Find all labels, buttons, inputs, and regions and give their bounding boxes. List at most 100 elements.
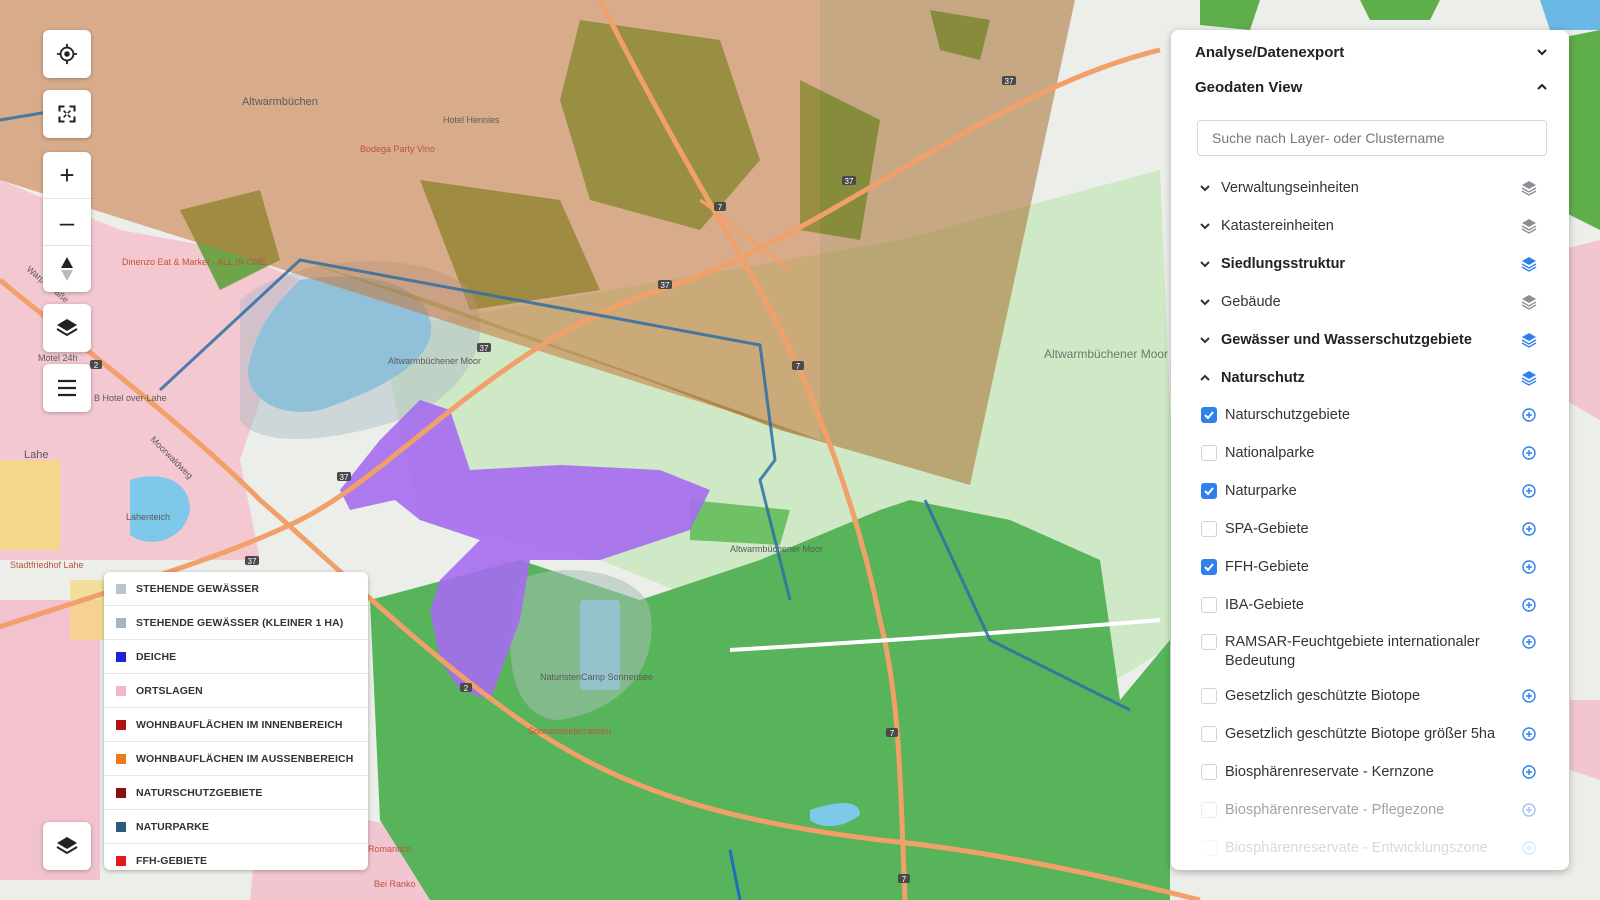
zoom-out-button[interactable]: – (43, 199, 91, 246)
layer-checkbox[interactable] (1201, 840, 1217, 856)
layer-stack-icon (1521, 219, 1537, 234)
fullscreen-icon (58, 105, 76, 123)
add-layer-button[interactable] (1521, 840, 1537, 856)
add-layer-button[interactable] (1521, 559, 1537, 575)
layer-checkbox[interactable] (1201, 559, 1217, 575)
add-layer-icon (1522, 635, 1536, 649)
layer-label: SPA-Gebiete (1225, 521, 1309, 537)
compass-button[interactable] (43, 246, 91, 292)
add-layer-button[interactable] (1521, 802, 1537, 818)
add-layer-icon (1522, 727, 1536, 741)
place-label: Altwarmbüchener Moor (388, 356, 481, 366)
zoom-controls: + – (43, 152, 91, 292)
category-row[interactable]: Naturschutz (1197, 366, 1537, 390)
layer-toggle[interactable] (1521, 294, 1537, 310)
section-geodaten-header[interactable]: Geodaten View (1195, 75, 1549, 99)
layer-label: IBA-Gebiete (1225, 597, 1304, 613)
road-shield: 7 (890, 729, 895, 738)
menu-button[interactable] (43, 364, 91, 412)
layer-checkbox[interactable] (1201, 597, 1217, 613)
legend-label: ORTSLAGEN (136, 684, 203, 697)
road-shield: 2 (94, 361, 99, 370)
legend-label: STEHENDE GEWÄSSER (KLEINER 1 HA) (136, 616, 344, 629)
layer-toggle[interactable] (1521, 370, 1537, 386)
layer-stack-icon (1521, 371, 1537, 386)
layer-item-row[interactable]: Biosphärenreservate - Entwicklungszone (1201, 839, 1537, 858)
layer-toggle[interactable] (1521, 218, 1537, 234)
category-label: Gewässer und Wasserschutzgebiete (1221, 332, 1472, 348)
fullscreen-button[interactable] (43, 90, 91, 138)
layer-item-row[interactable]: RAMSAR-Feuchtgebiete internationaler Bed… (1201, 633, 1537, 671)
layer-checkbox[interactable] (1201, 521, 1217, 537)
category-row[interactable]: Katastereinheiten (1197, 214, 1537, 238)
legend-toggle-button[interactable] (43, 822, 91, 870)
layer-item-row[interactable]: Naturschutzgebiete (1201, 406, 1537, 425)
layer-checkbox[interactable] (1201, 634, 1217, 650)
place-label: B Hotel over-Lahe (94, 393, 167, 403)
add-layer-icon (1522, 803, 1536, 817)
category-label: Siedlungsstruktur (1221, 256, 1346, 272)
add-layer-button[interactable] (1521, 688, 1537, 704)
place-label: Motel 24h (38, 353, 78, 363)
legend-swatch (116, 821, 126, 832)
layer-item-row[interactable]: Biosphärenreservate - Kernzone (1201, 763, 1537, 782)
layer-item-row[interactable]: Naturparke (1201, 482, 1537, 501)
legend-item: STEHENDE GEWÄSSER (KLEINER 1 HA) (104, 606, 368, 640)
add-layer-button[interactable] (1521, 407, 1537, 423)
add-layer-button[interactable] (1521, 521, 1537, 537)
layer-item-row[interactable]: SPA-Gebiete (1201, 520, 1537, 539)
add-layer-button[interactable] (1521, 483, 1537, 499)
layer-item-row[interactable]: Gesetzlich geschützte Biotope (1201, 687, 1537, 706)
compass-icon (61, 257, 73, 281)
layer-toggle[interactable] (1521, 180, 1537, 196)
section-title: Analyse/Datenexport (1195, 43, 1345, 61)
category-row[interactable]: Siedlungsstruktur (1197, 252, 1537, 276)
layer-checkbox[interactable] (1201, 407, 1217, 423)
add-layer-button[interactable] (1521, 634, 1537, 650)
layer-panel: Analyse/Datenexport Geodaten View Verwal… (1171, 30, 1569, 870)
layer-checkbox[interactable] (1201, 445, 1217, 461)
layer-toggle[interactable] (1521, 332, 1537, 348)
add-layer-button[interactable] (1521, 764, 1537, 780)
layer-label: Naturparke (1225, 483, 1297, 499)
layer-checkbox[interactable] (1201, 802, 1217, 818)
add-layer-icon (1522, 446, 1536, 460)
crosshair-icon (56, 43, 78, 65)
layer-toggle[interactable] (1521, 256, 1537, 272)
road-shield: 37 (845, 177, 854, 186)
chevron-down-icon (1200, 223, 1210, 230)
category-row[interactable]: Gebäude (1197, 290, 1537, 314)
layer-search-input[interactable] (1197, 120, 1547, 156)
zoom-in-button[interactable]: + (43, 152, 91, 199)
layer-item-row[interactable]: Nationalparke (1201, 444, 1537, 463)
layer-checkbox[interactable] (1201, 726, 1217, 742)
layer-item-row[interactable]: Gesetzlich geschützte Biotope größer 5ha (1201, 725, 1537, 744)
hamburger-icon (58, 379, 76, 397)
category-row[interactable]: Verwaltungseinheiten (1197, 176, 1537, 200)
add-layer-button[interactable] (1521, 726, 1537, 742)
category-label: Naturschutz (1221, 370, 1305, 386)
layer-label: Nationalparke (1225, 445, 1315, 461)
legend-swatch (116, 719, 126, 730)
add-layer-icon (1522, 598, 1536, 612)
layer-checkbox[interactable] (1201, 688, 1217, 704)
legend-swatch (116, 753, 126, 764)
layer-item-row[interactable]: FFH-Gebiete (1201, 558, 1537, 577)
category-row[interactable]: Gewässer und Wasserschutzgebiete (1197, 328, 1537, 352)
layers-button[interactable] (43, 304, 91, 352)
section-analyse-header[interactable]: Analyse/Datenexport (1195, 40, 1549, 64)
legend-swatch (116, 855, 126, 866)
check-icon (1204, 487, 1214, 496)
place-label: Bei Ranko (374, 879, 416, 889)
place-label: Bodega Party Vino (360, 144, 435, 154)
locate-button[interactable] (43, 30, 91, 78)
layer-item-row[interactable]: Biosphärenreservate - Pflegezone (1201, 801, 1537, 820)
add-layer-button[interactable] (1521, 597, 1537, 613)
plus-icon: + (59, 160, 75, 190)
layer-item-row[interactable]: IBA-Gebiete (1201, 596, 1537, 615)
place-label: Dinenzo Eat & Market - ALL IN ONE (122, 257, 266, 267)
layer-checkbox[interactable] (1201, 764, 1217, 780)
add-layer-button[interactable] (1521, 445, 1537, 461)
layer-checkbox[interactable] (1201, 483, 1217, 499)
legend-swatch (116, 651, 126, 662)
